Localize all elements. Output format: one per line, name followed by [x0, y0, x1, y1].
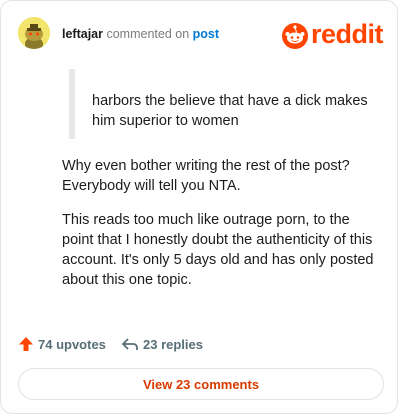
quote-bar: [69, 69, 75, 139]
reply-count: 23 replies: [143, 336, 203, 352]
comment-card: leftajar commented on post reddit harbor…: [0, 0, 398, 414]
reddit-logo[interactable]: reddit: [281, 19, 385, 50]
header-action-text: commented on: [106, 27, 190, 41]
post-link[interactable]: post: [193, 27, 219, 41]
comment-paragraph-1: Why even bother writing the rest of the …: [62, 158, 350, 194]
reddit-wordmark: reddit: [311, 19, 384, 49]
reply-arrow-icon: [122, 338, 138, 350]
view-comments-button[interactable]: View 23 comments: [18, 368, 384, 400]
upvote-count: 74 upvotes: [38, 336, 106, 352]
upvote-arrow-icon: [19, 337, 33, 351]
view-comments-label: View 23 comments: [142, 376, 260, 392]
upvote-button[interactable]: 74 upvotes: [18, 335, 106, 353]
snoo-avatar-icon: [18, 17, 50, 49]
replies-button[interactable]: 23 replies: [121, 335, 203, 353]
quoted-text: harbors the believe that have a dick mak…: [92, 93, 368, 129]
comment-header: leftajar commented on post: [62, 26, 219, 42]
avatar[interactable]: [18, 17, 50, 49]
comment-paragraph-2: This reads too much like outrage porn, t…: [62, 212, 374, 288]
username[interactable]: leftajar: [62, 27, 103, 41]
